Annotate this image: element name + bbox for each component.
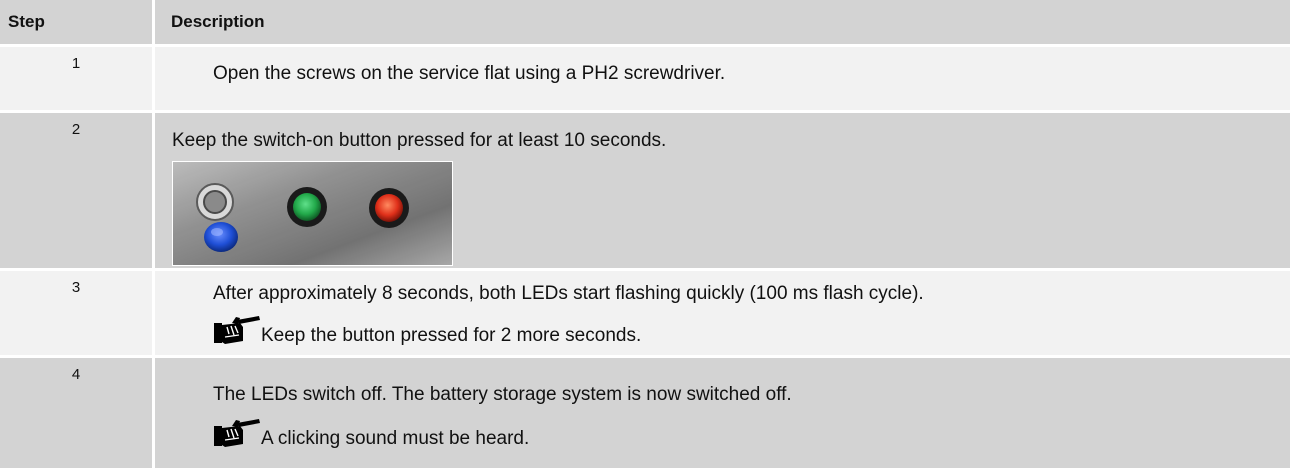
description-column-header: Description (171, 12, 265, 31)
step-number: 4 (71, 366, 81, 383)
switch-on-button (204, 222, 238, 252)
control-panel-image (173, 162, 452, 265)
step-cell: 4 (0, 358, 152, 468)
step-cell: 1 (0, 47, 152, 110)
green-led (293, 193, 321, 221)
step-description: Open the screws on the service flat usin… (213, 63, 726, 84)
table-row: 3 After approximately 8 seconds, both LE… (0, 271, 1290, 355)
note-text: A clicking sound must be heard. (261, 428, 530, 449)
description-cell: Open the screws on the service flat usin… (155, 47, 1290, 110)
step-header-cell: Step (0, 0, 152, 44)
step-description: Keep the switch-on button pressed for at… (172, 130, 667, 151)
table-row: 4 The LEDs switch off. The battery stora… (0, 358, 1290, 468)
step-description: The LEDs switch off. The battery storage… (213, 384, 792, 405)
red-led (375, 194, 403, 222)
description-header-cell: Description (155, 0, 1290, 44)
step-number: 3 (71, 279, 81, 296)
step-cell: 3 (0, 271, 152, 355)
description-cell: The LEDs switch off. The battery storage… (155, 358, 1290, 468)
table-row: 2 Keep the switch-on button pressed for … (0, 113, 1290, 268)
step-number: 1 (71, 55, 81, 72)
note-text: Keep the button pressed for 2 more secon… (261, 325, 642, 346)
step-cell: 2 (0, 113, 152, 268)
control-panel-photo (172, 161, 453, 266)
table-header-row: Step Description (0, 0, 1290, 44)
table-row: 1 Open the screws on the service flat us… (0, 47, 1290, 110)
step-number: 2 (71, 121, 81, 138)
step-description: After approximately 8 seconds, both LEDs… (213, 283, 924, 304)
pointing-hand-icon (213, 314, 261, 346)
step-column-header: Step (8, 12, 45, 31)
pointing-hand-icon (213, 417, 261, 449)
steps-table: Step Description 1 Open the screws on th… (0, 0, 1290, 468)
description-cell: Keep the switch-on button pressed for at… (155, 113, 1290, 268)
description-cell: After approximately 8 seconds, both LEDs… (155, 271, 1290, 355)
